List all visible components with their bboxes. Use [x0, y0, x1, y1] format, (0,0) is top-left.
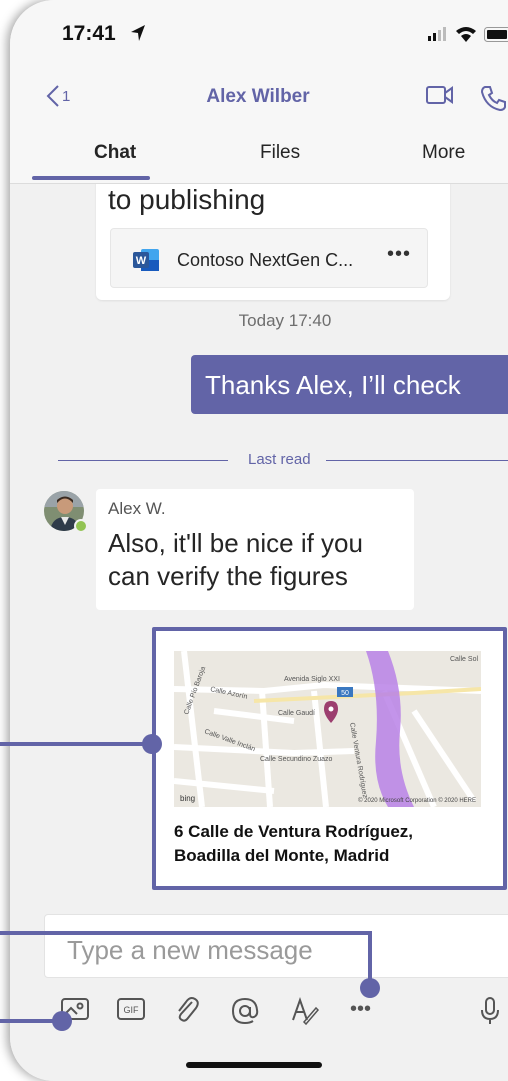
chat-header: 1 Alex Wilber — [10, 70, 508, 122]
svg-text:W: W — [136, 255, 147, 267]
message-input-placeholder: Type a new message — [67, 935, 313, 965]
image-icon[interactable] — [60, 996, 90, 1027]
received-message-text: Also, it'll be nice if you can verify th… — [108, 528, 363, 591]
status-time: 17:41 — [62, 22, 116, 45]
battery-icon — [484, 26, 508, 47]
mention-icon[interactable] — [230, 996, 260, 1031]
last-read-label: Last read — [248, 451, 311, 468]
wifi-icon — [455, 26, 477, 47]
home-indicator[interactable] — [186, 1062, 322, 1068]
tab-chat[interactable]: Chat — [94, 142, 136, 164]
map-label: Calle Gaudí — [278, 710, 315, 717]
microphone-icon[interactable] — [480, 996, 500, 1031]
map-label: Calle Sol — [450, 656, 478, 663]
map-preview[interactable]: 50 Avenida Siglo XXI Calle Azorín Calle … — [174, 651, 481, 807]
gif-icon[interactable]: GIF — [116, 996, 146, 1027]
bing-logo: bing — [180, 794, 195, 803]
location-arrow-icon — [130, 24, 146, 47]
received-message[interactable]: Alex W. Also, it'll be nice if you can v… — [96, 489, 414, 610]
compose-area: Type a new message GIF ••• — [10, 904, 508, 1081]
location-card[interactable]: 50 Avenida Siglo XXI Calle Azorín Calle … — [152, 627, 507, 890]
phone-call-icon[interactable] — [480, 84, 508, 117]
word-file-icon: W — [133, 249, 159, 271]
file-name: Contoso NextGen C... — [177, 250, 354, 270]
map-copyright: © 2020 Microsoft Corporation © 2020 HERE — [358, 797, 476, 804]
tab-files[interactable]: Files — [260, 142, 300, 164]
tab-bar: Chat Files More — [10, 122, 508, 184]
compose-toolbar: GIF ••• — [10, 996, 508, 1036]
map-label: Avenida Siglo XXI — [284, 676, 340, 683]
active-tab-indicator — [32, 176, 150, 180]
format-icon[interactable] — [290, 996, 320, 1031]
previous-message-text: to publishing — [108, 184, 266, 215]
status-bar: 17:41 — [10, 0, 508, 70]
message-input[interactable]: Type a new message — [44, 914, 508, 978]
map-label: Calle Secundino Zuazo — [260, 756, 332, 763]
road-badge: 50 — [341, 690, 349, 697]
cellular-signal-icon — [428, 27, 448, 46]
video-call-icon[interactable] — [426, 84, 454, 111]
location-address: 6 Calle de Ventura Rodríguez, Boadilla d… — [174, 820, 413, 868]
attach-icon[interactable] — [174, 996, 200, 1029]
chat-thread[interactable]: to publishing W Contoso NextGen C... •••… — [10, 184, 508, 904]
more-options-icon[interactable]: ••• — [350, 998, 371, 1021]
file-more-icon[interactable]: ••• — [387, 243, 411, 266]
presence-available-icon — [74, 519, 88, 533]
date-separator: Today 17:40 — [238, 311, 332, 330]
sent-message[interactable]: Thanks Alex, I’ll check — [191, 355, 508, 414]
address-line-2: Boadilla del Monte, Madrid — [174, 846, 390, 865]
file-attachment[interactable]: W Contoso NextGen C... ••• — [110, 228, 428, 288]
sent-message-text: Thanks Alex, I’ll check — [205, 370, 461, 400]
svg-text:GIF: GIF — [124, 1005, 140, 1015]
previous-message: to publishing W Contoso NextGen C... ••• — [96, 184, 450, 300]
address-line-1: 6 Calle de Ventura Rodríguez, — [174, 822, 414, 841]
sender-name: Alex W. — [108, 499, 166, 518]
phone-screen: 17:41 1 Alex Wilber Chat Files More to p… — [10, 0, 508, 1081]
last-read-divider: Last read — [58, 450, 508, 470]
tab-more[interactable]: More — [422, 142, 465, 164]
